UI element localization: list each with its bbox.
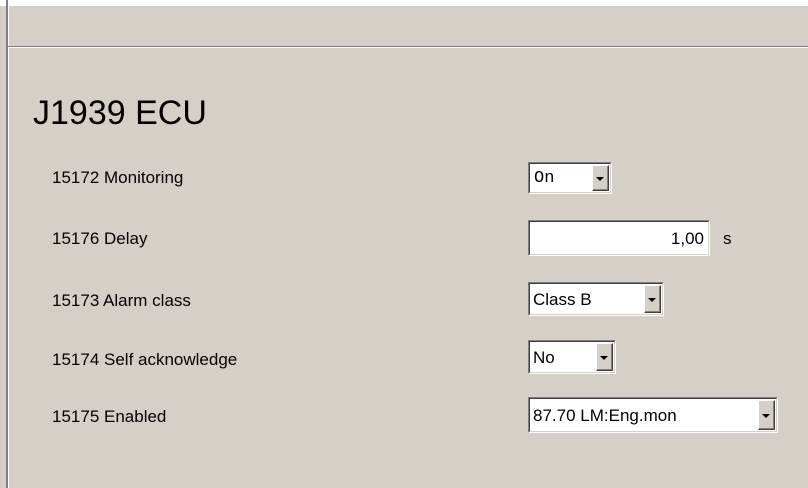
monitoring-value: On	[534, 169, 555, 188]
alarm-class-select[interactable]: Class B	[528, 282, 664, 316]
enabled-select[interactable]: 87.70 LM:Eng.mon	[528, 397, 778, 433]
self-acknowledge-select[interactable]: No	[528, 340, 616, 374]
chevron-down-icon	[762, 414, 770, 418]
left-panel-border	[6, 0, 9, 488]
chevron-down-icon	[596, 177, 604, 181]
chevron-down-icon	[600, 356, 608, 360]
header-separator	[8, 46, 808, 48]
chevron-down-icon	[648, 298, 656, 302]
self-acknowledge-dropdown-button[interactable]	[596, 343, 613, 371]
alarm-class-dropdown-button[interactable]	[644, 285, 661, 313]
delay-input[interactable]: 1,00	[528, 220, 710, 256]
self-acknowledge-label: 15174 Self acknowledge	[52, 350, 238, 369]
top-clipped-header	[0, 0, 808, 6]
delay-unit: s	[723, 229, 732, 248]
self-acknowledge-value: No	[533, 348, 555, 367]
monitoring-label: 15172 Monitoring	[52, 168, 184, 187]
monitoring-select[interactable]: On	[528, 162, 612, 194]
delay-label: 15176 Delay	[52, 229, 148, 248]
section-title: J1939 ECU	[33, 94, 207, 132]
monitoring-dropdown-button[interactable]	[592, 165, 609, 191]
delay-value: 1,00	[670, 229, 704, 248]
alarm-class-label: 15173 Alarm class	[52, 291, 191, 310]
enabled-label: 15175 Enabled	[52, 407, 167, 426]
alarm-class-value: Class B	[533, 290, 592, 309]
enabled-value: 87.70 LM:Eng.mon	[533, 406, 677, 425]
enabled-dropdown-button[interactable]	[758, 400, 775, 430]
